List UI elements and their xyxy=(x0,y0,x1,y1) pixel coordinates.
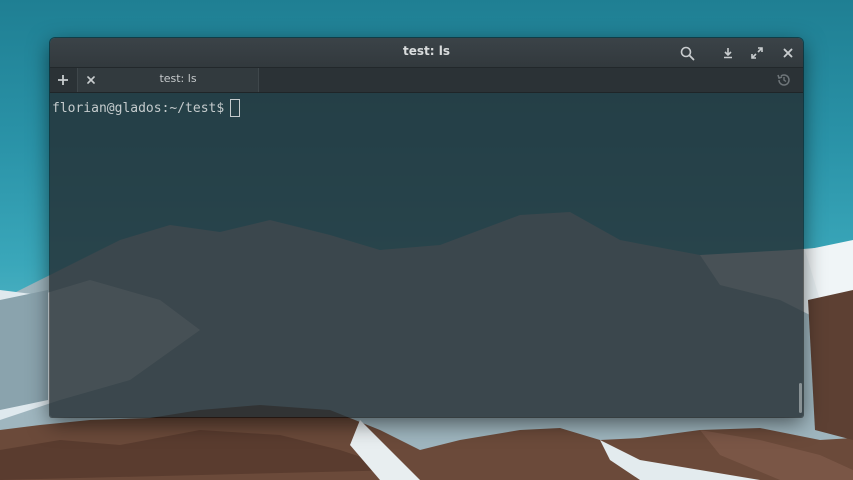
scrollbar-thumb[interactable] xyxy=(799,383,802,413)
tab-bar: test: ls xyxy=(50,68,803,93)
maximize-icon xyxy=(751,47,763,59)
text-cursor xyxy=(230,99,241,117)
terminal-window: test: ls test: ls florian@glados:~/test$ xyxy=(50,38,803,417)
prompt-line: florian@glados:~/test$ xyxy=(52,99,241,117)
history-icon xyxy=(777,74,790,86)
close-icon xyxy=(87,76,95,84)
scrollbar[interactable] xyxy=(797,93,803,417)
close-icon xyxy=(783,48,793,58)
search-button[interactable] xyxy=(677,43,697,63)
download-icon xyxy=(724,48,732,59)
download-button[interactable] xyxy=(718,43,738,63)
desktop: test: ls test: ls florian@glados:~/test$ xyxy=(0,0,853,480)
tab-label: test: ls xyxy=(159,72,197,85)
maximize-button[interactable] xyxy=(747,43,767,63)
tab-test-ls[interactable]: test: ls xyxy=(77,68,259,92)
plus-icon xyxy=(58,75,68,85)
search-icon xyxy=(680,46,694,60)
new-tab-button[interactable] xyxy=(52,70,74,90)
titlebar[interactable]: test: ls xyxy=(50,38,803,68)
shell-prompt: florian@glados:~/test$ xyxy=(52,100,225,116)
tab-close-button[interactable] xyxy=(84,73,98,87)
close-button[interactable] xyxy=(778,43,798,63)
terminal-view[interactable]: florian@glados:~/test$ xyxy=(50,93,803,417)
history-button[interactable] xyxy=(775,71,793,89)
